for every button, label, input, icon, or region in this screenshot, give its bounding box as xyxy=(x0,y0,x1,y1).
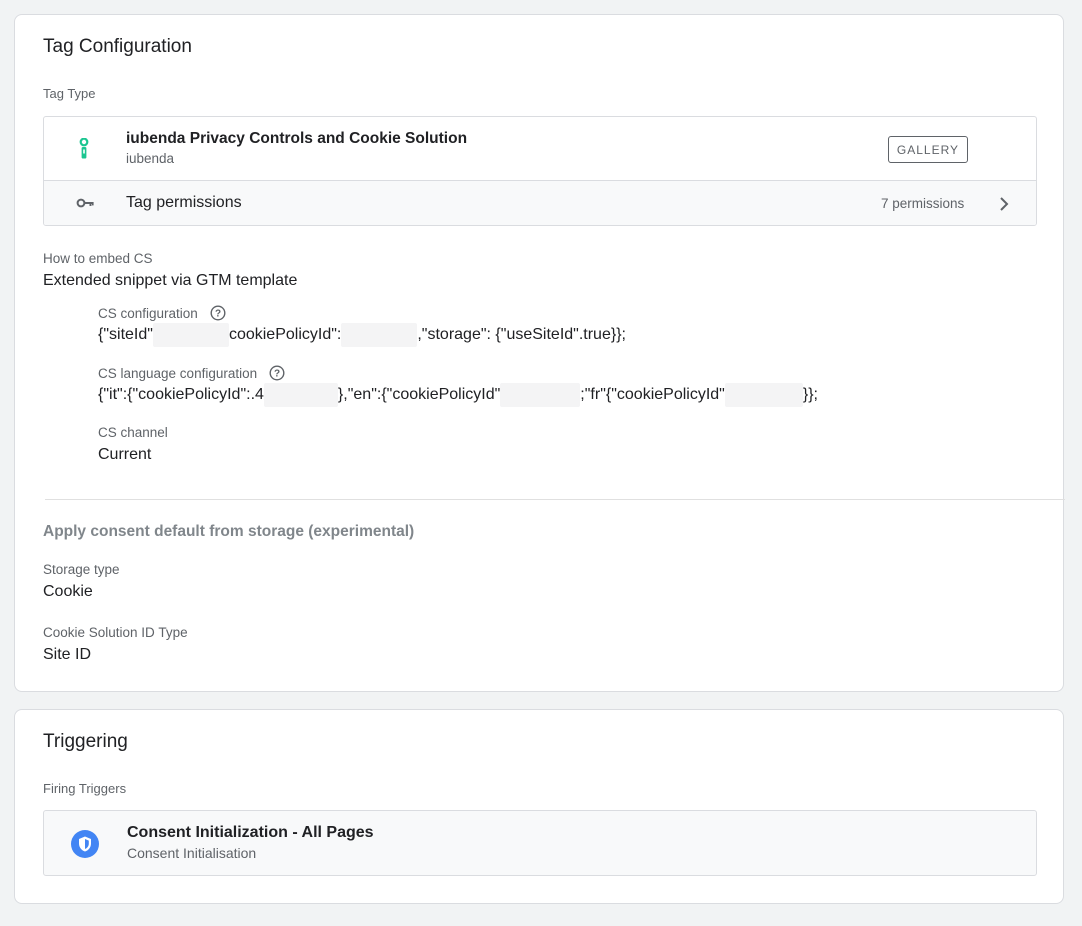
tag-configuration-title: Tag Configuration xyxy=(43,36,192,57)
gallery-button[interactable]: GALLERY xyxy=(888,136,968,163)
help-icon[interactable]: ? xyxy=(269,365,285,384)
storage-type-label: Storage type xyxy=(43,562,120,577)
section-divider xyxy=(45,499,1065,500)
redacted-value xyxy=(263,383,338,407)
chevron-right-icon[interactable] xyxy=(999,196,1009,217)
trigger-name: Consent Initialization - All Pages xyxy=(127,824,374,841)
help-icon[interactable]: ? xyxy=(210,305,226,324)
redacted-value xyxy=(152,323,229,347)
cs-configuration-value: {"siteId" cookiePolicyId": ,"storage": {"u… xyxy=(98,323,626,347)
redacted-value xyxy=(341,323,418,347)
iubenda-logo-icon xyxy=(78,137,90,165)
cs-lang-part: },"en":{"cookiePolicyId" xyxy=(337,386,501,404)
cs-configuration-label: CS configuration xyxy=(98,306,198,322)
tag-configuration-card[interactable]: Tag Configuration Tag Type iubenda Priva… xyxy=(14,14,1065,692)
storage-type-value: Cookie xyxy=(43,583,93,600)
cs-channel-label: CS channel xyxy=(98,425,168,440)
trigger-item[interactable]: Consent Initialization - All Pages Conse… xyxy=(43,810,1037,876)
cs-lang-part: {"it":{"cookiePolicyId":.4 xyxy=(98,386,264,404)
shield-icon xyxy=(71,830,99,863)
key-icon xyxy=(76,195,96,216)
cs-language-configuration-label-row: CS language configuration ? xyxy=(98,365,285,384)
triggering-card[interactable]: Triggering Firing Triggers Consent Initi… xyxy=(14,709,1064,904)
triggering-title: Triggering xyxy=(43,731,128,752)
cs-lang-part: ;"fr"{"cookiePolicyId" xyxy=(580,386,725,404)
embed-label: How to embed CS xyxy=(43,251,153,266)
cs-lang-part: }}; xyxy=(802,386,818,404)
svg-text:?: ? xyxy=(274,369,280,380)
tag-permissions-label: Tag permissions xyxy=(126,194,242,211)
cs-config-part: {"siteId" xyxy=(98,326,153,344)
cookie-solution-id-type-value: Site ID xyxy=(43,646,92,663)
cookie-solution-id-type-label: Cookie Solution ID Type xyxy=(43,625,188,640)
embed-value: Extended snippet via GTM template xyxy=(43,272,298,289)
permissions-count: 7 permissions xyxy=(881,196,965,211)
tag-type-row[interactable]: iubenda Privacy Controls and Cookie Solu… xyxy=(44,117,1036,180)
tag-vendor: iubenda xyxy=(126,151,175,166)
consent-default-heading: Apply consent default from storage (expe… xyxy=(43,523,415,540)
firing-triggers-label: Firing Triggers xyxy=(43,781,127,796)
redacted-value xyxy=(500,383,581,407)
cs-configuration-label-row: CS configuration ? xyxy=(98,305,226,324)
cs-language-configuration-label: CS language configuration xyxy=(98,366,258,382)
cs-config-part: cookiePolicyId": xyxy=(228,326,342,344)
cs-language-configuration-value: {"it":{"cookiePolicyId":.4 },"en":{"cooki… xyxy=(98,383,818,407)
trigger-type: Consent Initialisation xyxy=(127,845,257,861)
redacted-value xyxy=(724,383,803,407)
tag-permissions-row[interactable]: Tag permissions 7 permissions xyxy=(44,180,1036,225)
svg-text:?: ? xyxy=(215,309,221,320)
cs-config-part: ,"storage": {"useSiteId".true}}; xyxy=(417,326,626,344)
tag-name: iubenda Privacy Controls and Cookie Solu… xyxy=(126,130,468,147)
tag-type-label: Tag Type xyxy=(43,86,96,101)
cs-channel-value: Current xyxy=(98,446,152,463)
tag-type-box[interactable]: iubenda Privacy Controls and Cookie Solu… xyxy=(43,116,1037,226)
